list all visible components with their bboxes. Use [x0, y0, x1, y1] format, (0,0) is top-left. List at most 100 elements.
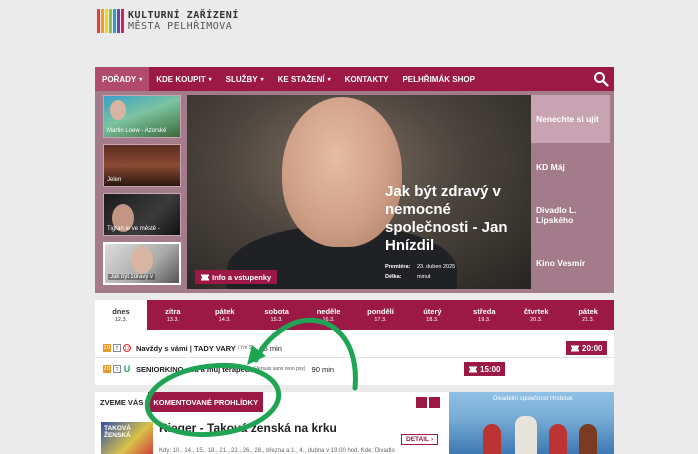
event-title[interactable]: Navždy s vámi | TADY VARY: [136, 344, 236, 353]
logo-bar: [113, 9, 116, 33]
photo-caption: Divadelní společnost Hrobouk: [493, 396, 573, 402]
ticket-time-button[interactable]: 15:00: [464, 362, 506, 376]
ticket-icon: [469, 366, 477, 372]
featured-tabs: ZVEME VÁS KOMENTOVANÉ PROHLÍDKY: [95, 392, 445, 412]
ticket-icon: [571, 345, 579, 351]
site-logo[interactable]: KULTURNÍ ZAŘÍZENÍ MĚSTA PELHŘIMOVA: [97, 9, 239, 33]
day-tab-nedele[interactable]: neděle 16.3.: [303, 300, 355, 330]
performer-figure: [579, 424, 597, 454]
thumbnail-martin-loew[interactable]: Martin Loew - Azorské: [103, 95, 181, 138]
events-list: 2D T 12 Navždy s vámi | TADY VARY ( I'm …: [95, 330, 614, 385]
person-image: [131, 246, 153, 274]
info-tickets-button[interactable]: Info a vstupenky: [195, 270, 278, 284]
chevron-down-icon: ▾: [260, 76, 264, 83]
venue-list: Nenechte si ujít KD Máj Divadlo L. Lipsk…: [531, 95, 610, 287]
day-tab-streda[interactable]: středa 19.3.: [458, 300, 510, 330]
logo-bar: [109, 9, 112, 33]
subtitles-icon: T: [113, 365, 121, 373]
length-label: Délka:: [385, 274, 402, 280]
detail-button[interactable]: DETAIL ›: [401, 434, 439, 445]
day-tab-sobota[interactable]: sobota 15.3.: [251, 300, 303, 330]
performer-figure: [549, 424, 567, 454]
event-row[interactable]: 2D T 12 Navždy s vámi | TADY VARY ( I'm …: [103, 340, 282, 356]
hero-meta: Premiéra: 23. duben 2025 Délka: minut: [385, 262, 455, 282]
logo-bar: [105, 9, 108, 33]
logo-text: KULTURNÍ ZAŘÍZENÍ MĚSTA PELHŘIMOVA: [128, 10, 239, 32]
tab-komentovane-prohlidky[interactable]: KOMENTOVANÉ PROHLÍDKY: [148, 392, 264, 412]
chevron-down-icon: ▾: [139, 76, 143, 83]
nav-item-ke-stazeni[interactable]: KE STAŽENÍ ▾: [271, 67, 338, 91]
main-nav: POŘADY ▾ KDE KOUPIT ▾ SLUŽBY ▾ KE STAŽENÍ ▾ …: [95, 67, 614, 91]
chevron-right-icon: ›: [431, 436, 434, 443]
day-tab-pondeli[interactable]: pondělí 17.3.: [355, 300, 407, 330]
venue-item-kd-maj[interactable]: KD Máj: [531, 143, 610, 191]
subtitles-icon: T: [113, 344, 121, 352]
thumbnail-caption: Tigran je ve městě -: [107, 226, 160, 232]
performer-figure: [515, 416, 537, 454]
page: KULTURNÍ ZAŘÍZENÍ MĚSTA PELHŘIMOVA POŘAD…: [0, 0, 698, 454]
nav-item-sluzby[interactable]: SLUŽBY ▾: [219, 67, 271, 91]
search-icon[interactable]: [593, 71, 609, 87]
length-value: minut: [417, 274, 431, 280]
age-rating-icon: 12: [123, 344, 131, 352]
hero-thumbnails: Martin Loew - Azorské Jelen Tigran je ve…: [103, 95, 181, 291]
event-duration: 90 min: [311, 364, 335, 374]
hero-title[interactable]: Jak být zdravý v nemocné společnosti - J…: [385, 183, 525, 255]
featured-section: ZVEME VÁS KOMENTOVANÉ PROHLÍDKY TAKOVÁ Ž…: [95, 392, 614, 454]
thumbnail-tigran[interactable]: Tigran je ve městě -: [103, 193, 181, 236]
featured-event-text: Kdy: 10., 14., 15., 18., 21., 22., 26., …: [159, 448, 395, 454]
view-toggle: [416, 397, 440, 408]
chevron-down-icon: ▾: [327, 76, 331, 83]
nav-item-kde-koupit[interactable]: KDE KOUPIT ▾: [149, 67, 218, 91]
venue-item-divadlo[interactable]: Divadlo L. Lipského: [531, 191, 610, 239]
chevron-down-icon: ▾: [208, 76, 212, 83]
logo-line-2: MĚSTA PELHŘIMOVA: [128, 21, 233, 32]
event-duration: 35 min: [259, 343, 282, 353]
hero-section: Martin Loew - Azorské Jelen Tigran je ve…: [95, 91, 614, 293]
performer-figure: [483, 424, 501, 454]
day-tab-utery[interactable]: úterý 18.3.: [406, 300, 458, 330]
featured-photo[interactable]: Divadelní společnost Hrobouk: [449, 392, 614, 454]
day-tab-patek[interactable]: pátek 14.3.: [199, 300, 251, 330]
day-tabs: dnes 12.3. zítra 13.3. pátek 14.3. sobota 15…: [95, 300, 614, 330]
event-poster[interactable]: TAKOVÁ ŽENSKÁ: [101, 422, 153, 454]
day-tab-zitra[interactable]: zítra 13.3.: [147, 300, 199, 330]
thumbnail-caption: Martin Loew - Azorské: [107, 128, 167, 134]
day-tab-ctvrtek[interactable]: čtvrtek 20.3.: [510, 300, 562, 330]
logo-bar: [97, 9, 100, 33]
hero-person-head: [282, 97, 402, 247]
poster-text: TAKOVÁ ŽENSKÁ: [104, 425, 131, 439]
premiere-label: Premiéra:: [385, 264, 411, 270]
hero-image[interactable]: Jak být zdravý v nemocné společnosti - J…: [187, 95, 531, 289]
venue-item-nenechte[interactable]: Nenechte si ujít: [531, 95, 610, 143]
logo-bar: [121, 9, 124, 33]
tab-zveme-vas[interactable]: ZVEME VÁS: [95, 392, 148, 412]
event-title[interactable]: SENIORKINO - Já a můj terapeut: [136, 365, 252, 374]
person-image: [110, 100, 126, 120]
nav-item-porady[interactable]: POŘADY ▾: [95, 67, 150, 91]
event-original-title: ( I'm St: [237, 345, 254, 351]
nav-item-pelhrimak-shop[interactable]: PELHŘIMÁK SHOP: [395, 67, 481, 91]
thumbnail-caption: Jelen: [107, 177, 122, 183]
thumbnail-caption: Jak být zdravý v: [108, 274, 156, 280]
list-view-icon[interactable]: [429, 397, 440, 408]
logo-color-bars: [97, 9, 124, 33]
nav-item-kontakty[interactable]: KONTAKTY: [338, 67, 396, 91]
day-tab-dnes[interactable]: dnes 12.3.: [95, 300, 147, 330]
age-rating-icon: U: [123, 364, 131, 374]
featured-event-title[interactable]: Rieger - Taková ženská na krku: [159, 421, 337, 435]
ticket-time-button[interactable]: 20:00: [566, 341, 608, 355]
format-2d-icon: 2D: [103, 344, 111, 352]
format-2d-icon: 2D: [103, 365, 111, 373]
thumbnail-jelen[interactable]: Jelen: [103, 144, 181, 187]
day-tab-patek-2[interactable]: pátek 21.3.: [562, 300, 614, 330]
event-row[interactable]: 2D T U SENIORKINO - Já a můj terapeut (J…: [103, 361, 334, 377]
logo-line-1: KULTURNÍ ZAŘÍZENÍ: [128, 10, 239, 21]
logo-bar: [117, 9, 120, 33]
logo-bar: [101, 9, 104, 33]
venue-item-kino-vesmir[interactable]: Kino Vesmír: [531, 239, 610, 287]
ticket-icon: [201, 274, 209, 280]
info-tickets-label: Info a vstupenky: [212, 272, 272, 282]
grid-view-icon[interactable]: [416, 397, 427, 408]
thumbnail-jak-byt-zdravy[interactable]: Jak být zdravý v: [103, 242, 181, 285]
